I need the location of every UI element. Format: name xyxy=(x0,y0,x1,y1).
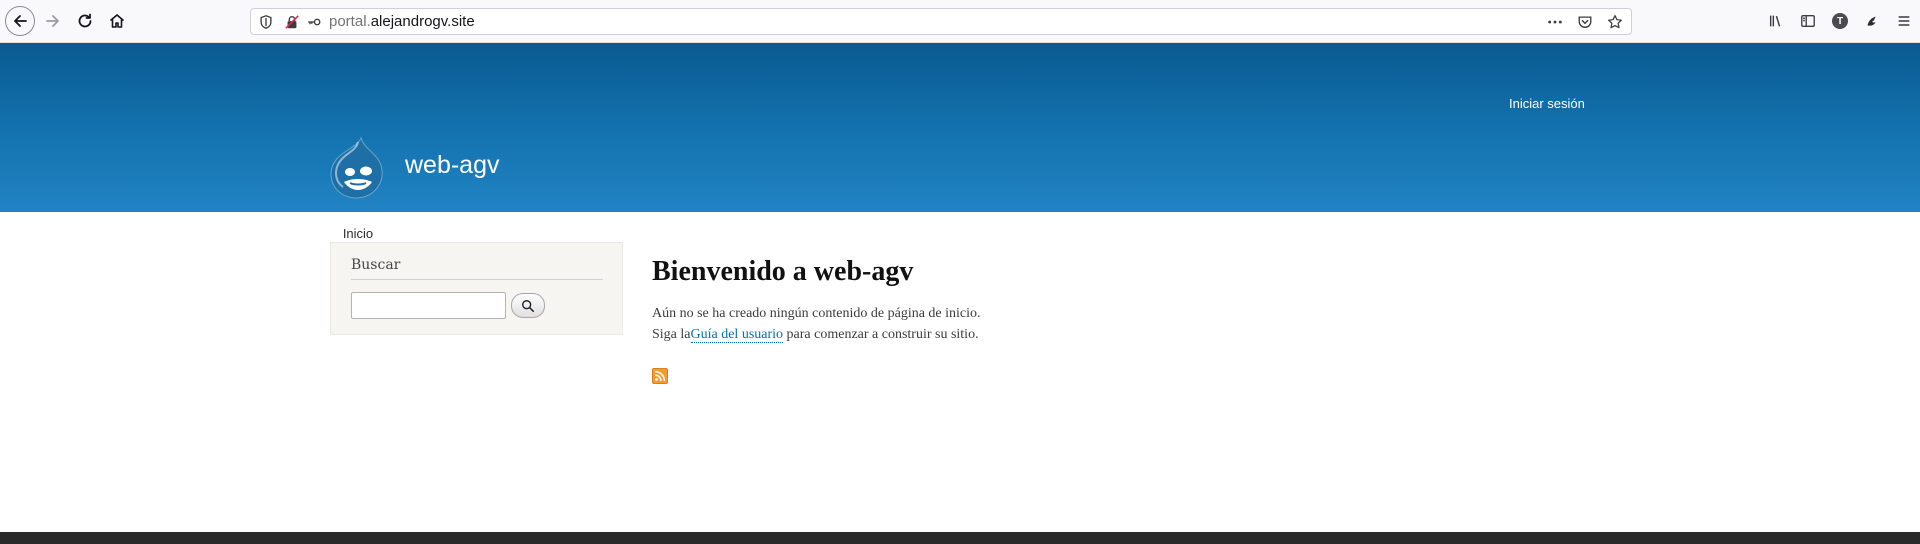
login-link[interactable]: Iniciar sesión xyxy=(1509,96,1585,111)
url-subdomain: portal. xyxy=(329,13,371,30)
url-actions xyxy=(1545,12,1625,32)
rss-feed-icon[interactable] xyxy=(652,368,668,384)
intro-line-2-suffix: para comenzar a construir su sitio. xyxy=(783,327,979,342)
forward-button[interactable] xyxy=(39,7,67,35)
search-button[interactable] xyxy=(511,293,545,318)
intro-line-2-prefix: Siga la xyxy=(652,327,691,342)
site-header: Iniciar sesión web-agv Inicio xyxy=(0,43,1920,255)
search-input[interactable] xyxy=(351,292,506,319)
toolbar-right-tools: T xyxy=(1766,10,1914,32)
back-arrow-icon xyxy=(14,15,27,27)
sidebar-icon[interactable] xyxy=(1798,10,1818,32)
drupal-logo-icon[interactable] xyxy=(328,136,388,202)
reload-button[interactable] xyxy=(71,7,99,35)
url-domain: alejandrogv.site xyxy=(370,13,475,30)
key-icon[interactable] xyxy=(305,13,323,31)
search-icon xyxy=(522,299,535,312)
search-block-title: Buscar xyxy=(351,257,603,280)
account-button[interactable]: T xyxy=(1830,10,1850,32)
menu-icon[interactable] xyxy=(1894,10,1914,32)
browser-toolbar: portal.alejandrogv.site T xyxy=(0,0,1920,43)
bookmark-star-icon[interactable] xyxy=(1605,12,1625,32)
more-actions-icon[interactable] xyxy=(1545,12,1565,32)
forward-arrow-icon xyxy=(46,15,59,27)
search-block: Buscar xyxy=(330,242,623,335)
intro-text: Aún no se ha creado ningún contenido de … xyxy=(652,303,981,345)
intro-line-2: Siga laGuía del usuario para comenzar a … xyxy=(652,324,981,345)
extension-icon[interactable] xyxy=(1862,10,1882,32)
user-guide-link[interactable]: Guía del usuario xyxy=(690,327,784,343)
back-button[interactable] xyxy=(5,6,35,36)
url-text[interactable]: portal.alejandrogv.site xyxy=(329,13,475,30)
url-bar[interactable]: portal.alejandrogv.site xyxy=(250,8,1632,35)
home-button[interactable] xyxy=(103,7,131,35)
home-icon xyxy=(109,14,125,28)
site-name[interactable]: web-agv xyxy=(405,151,500,180)
insecure-lock-icon[interactable] xyxy=(283,13,301,31)
reload-icon xyxy=(78,13,92,28)
avatar: T xyxy=(1832,13,1848,29)
shield-icon[interactable] xyxy=(257,13,275,31)
pocket-icon[interactable] xyxy=(1575,12,1595,32)
footer-region xyxy=(0,532,1920,544)
page-title: Bienvenido a web-agv xyxy=(652,256,914,287)
intro-line-1: Aún no se ha creado ningún contenido de … xyxy=(652,306,981,321)
library-icon[interactable] xyxy=(1766,10,1786,32)
